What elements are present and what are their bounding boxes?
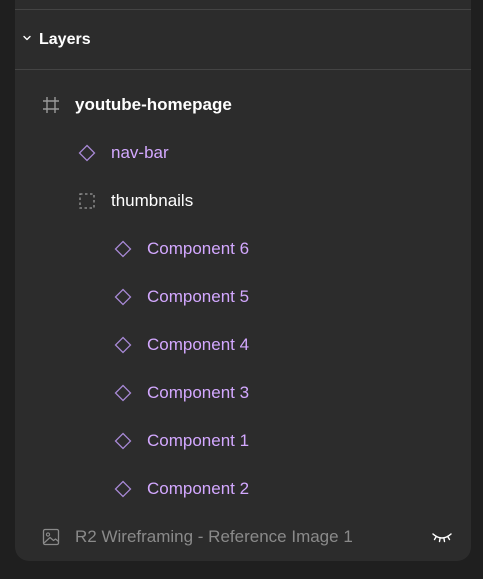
group-dashed-square-icon: [79, 193, 95, 209]
component-diamond-icon: [114, 384, 132, 402]
layer-label: Component 3: [147, 383, 250, 402]
component-diamond-icon: [114, 336, 132, 354]
layer-row-component-3[interactable]: Component 3: [15, 369, 471, 417]
layer-row-component-5[interactable]: Component 5: [15, 273, 471, 321]
layer-label: Component 1: [147, 431, 250, 450]
layer-label: thumbnails: [111, 191, 194, 210]
layer-label: Component 4: [147, 335, 250, 354]
layers-panel: Layers youtube-homepage nav-bar thumbnai…: [15, 0, 471, 561]
layer-row-component-4[interactable]: Component 4: [15, 321, 471, 369]
chevron-down-icon[interactable]: [23, 34, 31, 42]
layer-row-youtube-homepage[interactable]: youtube-homepage: [15, 81, 471, 129]
layer-label: youtube-homepage: [75, 95, 232, 114]
header-divider: [15, 69, 471, 70]
layer-row-component-2[interactable]: Component 2: [15, 465, 471, 513]
component-diamond-icon: [114, 240, 132, 258]
component-diamond-icon: [114, 480, 132, 498]
image-icon: [42, 528, 60, 546]
layer-row-reference-image[interactable]: R2 Wireframing - Reference Image 1: [15, 513, 471, 561]
layers-section-title: Layers: [39, 31, 91, 48]
layer-row-component-1[interactable]: Component 1: [15, 417, 471, 465]
layers-section-header[interactable]: Layers: [15, 10, 471, 69]
layer-label: Component 2: [147, 479, 250, 498]
layer-label: Component 5: [147, 287, 250, 306]
layer-row-nav-bar[interactable]: nav-bar: [15, 129, 471, 177]
layer-row-thumbnails[interactable]: thumbnails: [15, 177, 471, 225]
eye-closed-icon[interactable]: [431, 529, 453, 545]
layer-row-component-6[interactable]: Component 6: [15, 225, 471, 273]
frame-hash-icon: [43, 97, 59, 113]
layer-label: nav-bar: [111, 143, 169, 162]
layer-label: R2 Wireframing - Reference Image 1: [75, 527, 353, 546]
component-diamond-icon: [114, 432, 132, 450]
component-diamond-icon: [114, 288, 132, 306]
component-diamond-icon: [78, 144, 96, 162]
layer-label: Component 6: [147, 239, 250, 258]
